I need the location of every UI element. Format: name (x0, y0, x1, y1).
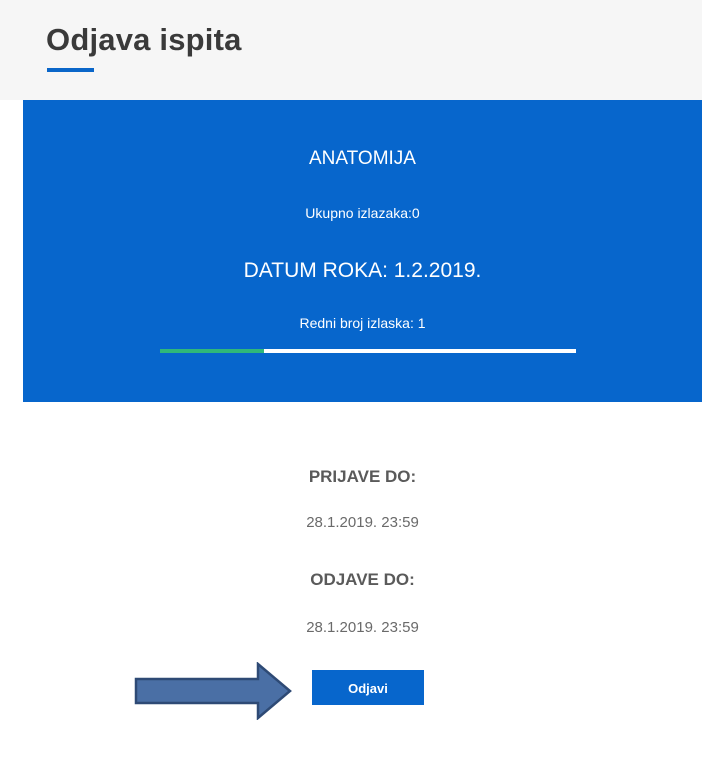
page-header: Odjava ispita (0, 0, 702, 100)
title-underline (47, 68, 94, 72)
page-title: Odjava ispita (46, 22, 242, 57)
attempt-number: Redni broj izlaska: 1 (299, 315, 426, 331)
deregistration-deadline-label: ODJAVE DO: (310, 570, 415, 589)
course-name: ANATOMIJA (309, 148, 416, 169)
deregistration-deadline-value: 28.1.2019. 23:59 (306, 619, 419, 636)
exam-card-header: ANATOMIJA Ukupno izlazaka:0 DATUM ROKA: … (23, 100, 702, 402)
registration-deadline-label: PRIJAVE DO: (308, 467, 417, 486)
exam-card-body: PRIJAVE DO: 28.1.2019. 23:59 ODJAVE DO: … (23, 402, 702, 776)
deregister-button[interactable]: Odjavi (312, 670, 424, 705)
right-arrow-icon (134, 662, 292, 720)
registration-deadline-value: 28.1.2019. 23:59 (306, 514, 419, 531)
attempt-progress-bar (160, 349, 576, 353)
exam-deregistration-page: Odjava ispita ANATOMIJA Ukupno izlazaka:… (0, 0, 702, 776)
exam-date: DATUM ROKA: 1.2.2019. (243, 259, 482, 282)
attempt-progress-fill (160, 349, 264, 353)
total-attempts: Ukupno izlazaka:0 (305, 205, 420, 221)
